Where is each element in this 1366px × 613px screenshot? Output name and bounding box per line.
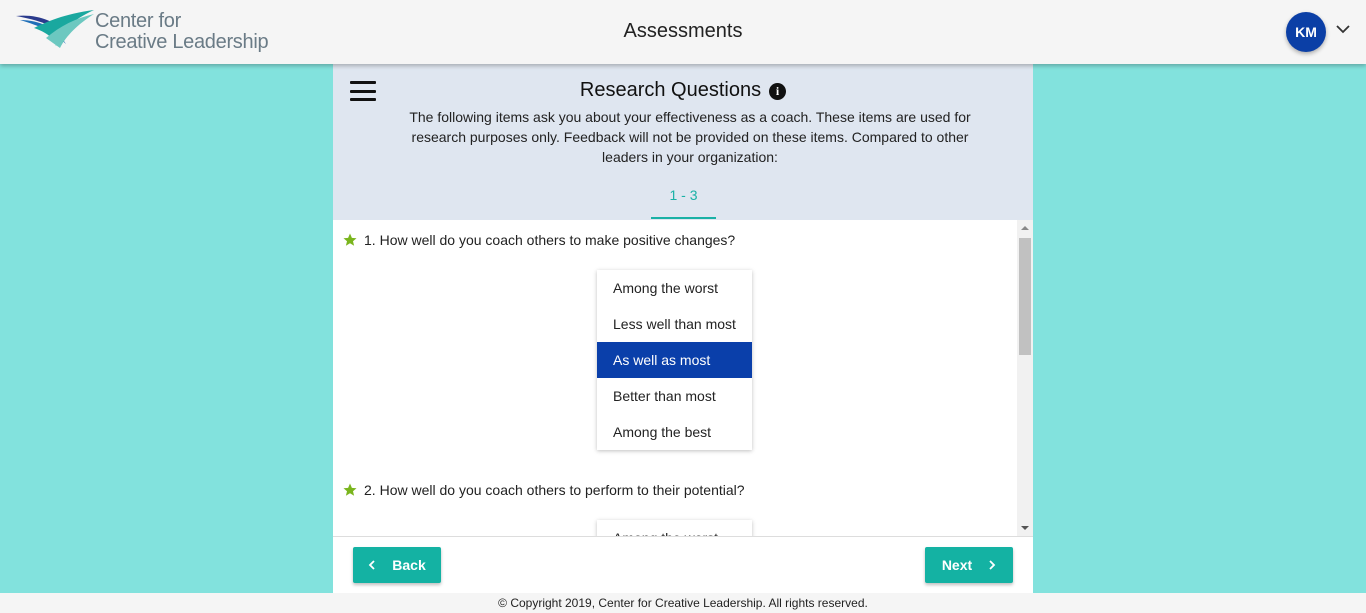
answer-options-1: Among the worst Less well than most As w… <box>597 270 752 450</box>
chevron-down-icon[interactable] <box>1336 24 1350 34</box>
section-header: Research Questions i The following items … <box>333 64 1033 220</box>
next-button[interactable]: Next <box>925 547 1013 583</box>
scrollbar[interactable] <box>1017 220 1033 536</box>
back-button-label: Back <box>392 557 426 573</box>
scroll-thumb[interactable] <box>1019 238 1031 355</box>
option-among-the-worst[interactable]: Among the worst <box>597 270 752 306</box>
section-title-text: Research Questions <box>579 79 762 101</box>
question-text: How well do you coach others to make pos… <box>379 232 736 248</box>
top-bar: Center for Creative Leadership Assessmen… <box>0 0 1366 64</box>
navigation-footer: Back Next <box>333 536 1033 593</box>
questions-list: 1. How well do you coach others to make … <box>333 220 1017 536</box>
tab-page-range[interactable]: 1 - 3 <box>651 181 716 219</box>
option-as-well-as-most[interactable]: As well as most <box>597 342 752 378</box>
star-icon <box>343 233 357 246</box>
question-1: 1. How well do you coach others to make … <box>343 232 735 248</box>
option-among-the-worst[interactable]: Among the worst <box>597 520 752 536</box>
info-icon[interactable]: i <box>769 83 787 100</box>
section-title: Research Questions i <box>333 79 1033 102</box>
chevron-left-icon <box>368 560 375 570</box>
question-2: 2. How well do you coach others to perfo… <box>343 482 745 498</box>
back-button[interactable]: Back <box>353 547 441 583</box>
question-text: How well do you coach others to perform … <box>379 482 745 498</box>
copyright-footer: © Copyright 2019, Center for Creative Le… <box>0 593 1366 613</box>
scroll-down-arrow-icon[interactable] <box>1017 520 1033 536</box>
question-number: 1. <box>364 232 376 248</box>
answer-options-2: Among the worst <box>597 520 752 536</box>
question-number: 2. <box>364 482 376 498</box>
section-description: The following items ask you about your e… <box>409 109 971 165</box>
app-title: Assessments <box>623 20 743 42</box>
option-better-than-most[interactable]: Better than most <box>597 378 752 414</box>
chevron-right-icon <box>989 560 996 570</box>
user-avatar[interactable]: KM <box>1286 12 1326 52</box>
scroll-up-arrow-icon[interactable] <box>1017 220 1033 236</box>
option-among-the-best[interactable]: Among the best <box>597 414 752 450</box>
assessment-panel: Research Questions i The following items … <box>333 64 1033 593</box>
next-button-label: Next <box>941 557 973 573</box>
option-less-well-than-most[interactable]: Less well than most <box>597 306 752 342</box>
star-icon <box>343 483 357 496</box>
